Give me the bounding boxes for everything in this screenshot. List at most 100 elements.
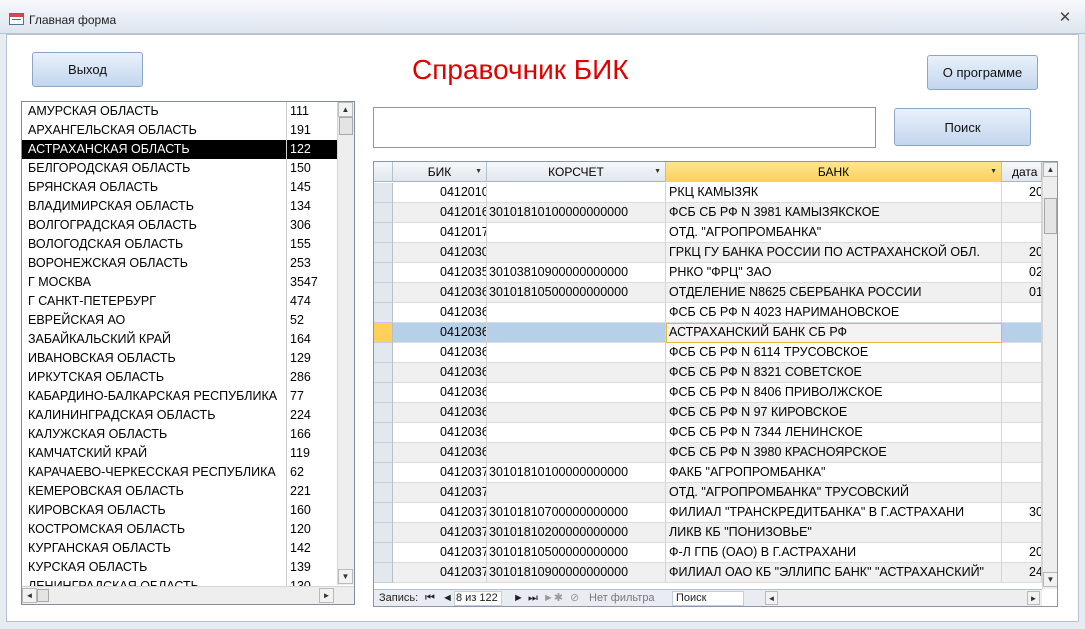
scroll-down-icon[interactable]: ▼ (1043, 572, 1057, 587)
table-row[interactable]: 04120161330101810100000000000ФСБ СБ РФ N… (374, 203, 1042, 223)
scroll-up-icon[interactable]: ▲ (1043, 162, 1057, 177)
cell-bank[interactable]: ЛИКВ КБ "ПОНИЗОВЬЕ" (666, 523, 1002, 543)
row-selector[interactable] (374, 383, 393, 403)
cell-bank[interactable]: ФСБ СБ РФ N 3981 КАМЫЗЯКСКОЕ (666, 203, 1002, 223)
table-row[interactable]: 04120350130103810900000000000РНКО "ФРЦ" … (374, 263, 1042, 283)
scroll-left-icon[interactable]: ◄ (765, 591, 778, 605)
close-icon[interactable]: ✕ (1057, 10, 1073, 26)
cell-bik[interactable]: 041203610 (393, 403, 487, 423)
row-selector[interactable] (374, 523, 393, 543)
row-selector[interactable] (374, 423, 393, 443)
region-list-item[interactable]: АРХАНГЕЛЬСКАЯ ОБЛАСТЬ 191 (22, 121, 337, 140)
cell-bank[interactable]: ГРКЦ ГУ БАНКА РОССИИ ПО АСТРАХАНСКОЙ ОБЛ… (666, 243, 1002, 263)
cell-date[interactable] (1002, 423, 1042, 443)
cell-korschet[interactable] (487, 323, 666, 343)
cell-date[interactable] (1002, 483, 1042, 503)
region-list-item[interactable]: ИРКУТСКАЯ ОБЛАСТЬ 286 (22, 368, 337, 387)
first-record-icon[interactable]: ⏮ (425, 590, 435, 606)
row-selector[interactable] (374, 203, 393, 223)
cell-bik[interactable]: 041203501 (393, 263, 487, 283)
cell-date[interactable] (1002, 203, 1042, 223)
cell-bik[interactable]: 041203708 (393, 523, 487, 543)
row-selector[interactable] (374, 243, 393, 263)
region-list-vscroll[interactable]: ▲ ▼ (337, 102, 354, 585)
cell-korschet[interactable]: 30103810900000000000 (487, 263, 666, 283)
region-list-hscroll[interactable]: ◄ ► (22, 586, 354, 604)
region-list-item[interactable]: ВОЛОГОДСКАЯ ОБЛАСТЬ 155 (22, 235, 337, 254)
cell-date[interactable]: 20 (1002, 543, 1042, 563)
cell-bik[interactable]: 041203618 (393, 443, 487, 463)
region-list-item[interactable]: КАРАЧАЕВО-ЧЕРКЕССКАЯ РЕСПУБЛИКА 62 (22, 463, 337, 482)
table-row[interactable]: 041203606 ФСБ СБ РФ N 6114 ТРУСОВСКОЕ (374, 343, 1042, 363)
cell-korschet[interactable] (487, 363, 666, 383)
table-row[interactable]: 04120360230101810500000000000ОТДЕЛЕНИЕ N… (374, 283, 1042, 303)
cell-bank[interactable]: ФИЛИАЛ ОАО КБ "ЭЛЛИПС БАНК" "АСТРАХАНСКИ… (666, 563, 1002, 583)
cell-bik[interactable]: 041201740 (393, 223, 487, 243)
cell-bank[interactable]: ОТД. "АГРОПРОМБАНКА" ТРУСОВСКИЙ (666, 483, 1002, 503)
region-list[interactable]: АМУРСКАЯ ОБЛАСТЬ 111 АРХАНГЕЛЬСКАЯ ОБЛАСТЬ… (21, 101, 355, 605)
cell-bik[interactable]: 041203602 (393, 283, 487, 303)
cell-korschet[interactable]: 30101810700000000000 (487, 503, 666, 523)
cell-bank[interactable]: ФСБ СБ РФ N 97 КИРОВСКОЕ (666, 403, 1002, 423)
cell-date[interactable]: 30 (1002, 503, 1042, 523)
cell-korschet[interactable] (487, 303, 666, 323)
cell-bik[interactable]: 041203703 (393, 503, 487, 523)
table-row[interactable]: 041203610 ФСБ СБ РФ N 97 КИРОВСКОЕ (374, 403, 1042, 423)
cell-bik[interactable]: 041203702 (393, 483, 487, 503)
table-row[interactable]: 04120370130101810100000000000ФАКБ "АГРОП… (374, 463, 1042, 483)
cell-date[interactable] (1002, 383, 1042, 403)
cell-bank[interactable]: РКЦ КАМЫЗЯК (666, 183, 1002, 203)
cell-korschet[interactable]: 30101810500000000000 (487, 543, 666, 563)
filter-status[interactable]: Нет фильтра (589, 590, 655, 606)
region-list-item[interactable]: КАМЧАТСКИЙ КРАЙ 119 (22, 444, 337, 463)
cell-date[interactable] (1002, 363, 1042, 383)
scroll-right-icon[interactable]: ► (319, 588, 334, 603)
datasheet-search-input[interactable]: Поиск (672, 591, 744, 606)
column-header-bik[interactable]: БИК ▼ (393, 162, 487, 182)
cell-bik[interactable]: 041203603 (393, 303, 487, 323)
row-selector[interactable] (374, 483, 393, 503)
cell-date[interactable]: 02 (1002, 263, 1042, 283)
cell-bank[interactable]: ОТДЕЛЕНИЕ N8625 СБЕРБАНКА РОССИИ (666, 283, 1002, 303)
cell-korschet[interactable]: 30101810200000000000 (487, 523, 666, 543)
region-list-item[interactable]: КУРГАНСКАЯ ОБЛАСТЬ 142 (22, 539, 337, 558)
prev-record-icon[interactable]: ◄ (442, 590, 453, 606)
cell-bank[interactable]: РНКО "ФРЦ" ЗАО (666, 263, 1002, 283)
table-row[interactable]: 041201740 ОТД. "АГРОПРОМБАНКА" (374, 223, 1042, 243)
cell-bik[interactable]: 041203611 (393, 423, 487, 443)
scroll-right-icon[interactable]: ► (1027, 591, 1040, 605)
cell-bik[interactable]: 041203606 (393, 343, 487, 363)
datasheet-hscroll[interactable]: ◄ ► (765, 590, 1041, 606)
cell-bik[interactable]: 041203609 (393, 383, 487, 403)
table-row[interactable]: 04120370930101810500000000000Ф-Л ГПБ (ОА… (374, 543, 1042, 563)
table-row[interactable]: 041201000 РКЦ КАМЫЗЯК20 (374, 183, 1042, 203)
region-list-item[interactable]: ИВАНОВСКАЯ ОБЛАСТЬ 129 (22, 349, 337, 368)
table-row[interactable]: 041203609 ФСБ СБ РФ N 8406 ПРИВОЛЖСКОЕ (374, 383, 1042, 403)
cell-date[interactable]: 01 (1002, 283, 1042, 303)
cell-bank[interactable]: ФСБ СБ РФ N 7344 ЛЕНИНСКОЕ (666, 423, 1002, 443)
region-list-item[interactable]: КАБАРДИНО-БАЛКАРСКАЯ РЕСПУБЛИКА 77 (22, 387, 337, 406)
cell-korschet[interactable]: 30101810100000000000 (487, 463, 666, 483)
cell-korschet[interactable] (487, 223, 666, 243)
region-list-item[interactable]: БЕЛГОРОДСКАЯ ОБЛАСТЬ 150 (22, 159, 337, 178)
bik-datasheet[interactable]: БИК ▼ КОРСЧЕТ ▼ БАНК ▼ дата 041201000 РКЦ КА… (373, 161, 1058, 607)
cell-bik[interactable]: 041203604 (393, 323, 487, 343)
row-selector[interactable] (374, 223, 393, 243)
region-list-item[interactable]: КЕМЕРОВСКАЯ ОБЛАСТЬ 221 (22, 482, 337, 501)
cell-date[interactable] (1002, 443, 1042, 463)
table-row[interactable]: 041203611 ФСБ СБ РФ N 7344 ЛЕНИНСКОЕ (374, 423, 1042, 443)
cell-date[interactable] (1002, 343, 1042, 363)
row-selector[interactable] (374, 503, 393, 523)
cell-date[interactable]: 20 (1002, 243, 1042, 263)
cell-bank[interactable]: ФИЛИАЛ "ТРАНСКРЕДИТБАНКА" В Г.АСТРАХАНИ (666, 503, 1002, 523)
search-button[interactable]: Поиск (894, 108, 1031, 146)
cell-korschet[interactable] (487, 483, 666, 503)
cell-bank[interactable]: ФСБ СБ РФ N 3980 КРАСНОЯРСКОЕ (666, 443, 1002, 463)
cell-date[interactable]: 24 (1002, 563, 1042, 583)
cell-date[interactable] (1002, 223, 1042, 243)
filter-icon[interactable]: ⊘ (570, 590, 579, 606)
cell-date[interactable] (1002, 523, 1042, 543)
region-list-item[interactable]: ВЛАДИМИРСКАЯ ОБЛАСТЬ 134 (22, 197, 337, 216)
cell-date[interactable] (1002, 403, 1042, 423)
chevron-down-icon[interactable]: ▼ (990, 162, 997, 182)
